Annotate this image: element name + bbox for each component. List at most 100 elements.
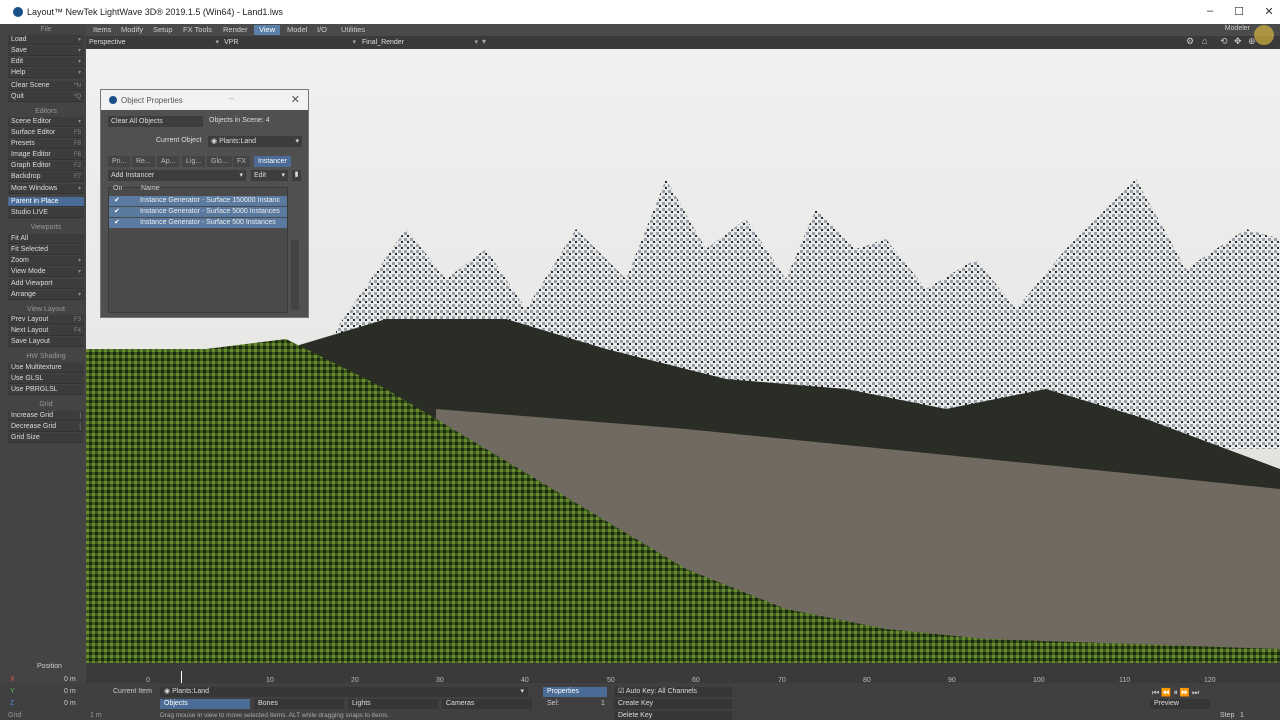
load-button[interactable]: Load ▾	[8, 35, 84, 45]
add-instancer-select[interactable]: Add Instancer ▾	[108, 170, 246, 181]
backdrop-button[interactable]: Backdrop F7	[8, 172, 84, 182]
parent-in-place-toggle[interactable]: Parent in Place	[8, 197, 84, 207]
tab-io[interactable]: I/O	[312, 25, 332, 35]
timeline[interactable]: 0 10 20 30 40 50 60 70 80 90 100 110 120	[86, 663, 1280, 684]
close-icon[interactable]: ✕	[1262, 5, 1276, 18]
step-value[interactable]: 1	[1240, 712, 1244, 719]
chevron-down-icon[interactable]: ▾	[482, 37, 486, 46]
tab-modify[interactable]: Modify	[116, 25, 148, 35]
use-multitexture-toggle[interactable]: Use Multitexture	[8, 363, 84, 373]
window-title: Layout™ NewTek LightWave 3D® 2019.1.5 (W…	[27, 7, 283, 17]
lights-button[interactable]: Lights	[348, 699, 438, 709]
more-windows-button[interactable]: More Windows ▾	[8, 184, 84, 194]
create-key-button[interactable]: Create Key	[614, 699, 732, 709]
tab-items[interactable]: Items	[88, 25, 116, 35]
decrease-grid-button[interactable]: Decrease Grid [	[8, 422, 84, 432]
trash-icon[interactable]: ▮	[292, 170, 301, 181]
bones-button[interactable]: Bones	[254, 699, 344, 709]
viewport-toolbar: Perspective ▾ VPR ▾ Final_Render ▾ ▾ ⚙ ⌂ ⟲ …	[86, 25, 1280, 49]
use-pbrglsl-toggle[interactable]: Use PBRGLSL	[8, 385, 84, 395]
save-button[interactable]: Save ▾	[8, 46, 84, 56]
y-value[interactable]: 0 m	[64, 688, 76, 695]
graph-editor-button[interactable]: Graph Editor F2	[8, 161, 84, 171]
maximize-icon[interactable]: ☐	[1232, 5, 1246, 18]
tab-model[interactable]: Model	[282, 25, 312, 35]
scene-editor-button[interactable]: Scene Editor ▾	[8, 117, 84, 127]
properties-button[interactable]: Properties	[543, 687, 607, 697]
objects-button[interactable]: Objects	[160, 699, 250, 709]
tab-fx-tools[interactable]: FX Tools	[178, 25, 217, 35]
arrange-button[interactable]: Arrange ▾	[8, 290, 84, 300]
view-mode-button[interactable]: View Mode ▾	[8, 267, 84, 277]
current-item-select[interactable]: ◉ Plants:Land ▾	[160, 687, 528, 697]
shortcut-label: ^Q	[73, 94, 81, 100]
tab-instancer[interactable]: Instancer	[254, 156, 291, 167]
tab-setup[interactable]: Setup	[148, 25, 178, 35]
check-icon[interactable]: ✔	[114, 218, 120, 228]
object-properties-titlebar[interactable]: Object Properties – ✕	[101, 90, 308, 110]
view-type-select[interactable]: Perspective ▾	[89, 38, 219, 47]
tab-fx[interactable]: FX	[233, 156, 250, 167]
studio-live-button[interactable]: Studio LIVE	[8, 208, 84, 218]
current-object-select[interactable]: ◉ Plants:Land ▾	[208, 136, 302, 147]
minimize-icon[interactable]: –	[1203, 5, 1217, 17]
use-glsl-toggle[interactable]: Use GLSL	[8, 374, 84, 384]
move-icon[interactable]: ✥	[1234, 36, 1242, 47]
z-value[interactable]: 0 m	[64, 700, 76, 707]
home-icon[interactable]: ⌂	[1202, 36, 1207, 46]
tab-view[interactable]: View	[254, 25, 281, 35]
tab-render[interactable]: Re...	[132, 156, 155, 167]
clear-scene-button[interactable]: Clear Scene ^N	[8, 81, 84, 91]
playback-controls[interactable]: ⏮ ⏪ ⏸ ⏩ ⏭	[1152, 688, 1199, 698]
help-button[interactable]: Help ▾	[8, 68, 84, 78]
image-editor-button[interactable]: Image Editor F6	[8, 150, 84, 160]
cameras-button[interactable]: Cameras	[442, 699, 532, 709]
tab-render[interactable]: Render	[218, 25, 253, 35]
tab-lights[interactable]: Lig...	[182, 156, 206, 167]
quit-button[interactable]: Quit ^Q	[8, 92, 84, 102]
tab-utilities[interactable]: Utilities	[336, 25, 370, 35]
scrollbar[interactable]	[291, 240, 299, 310]
sel-label: Sel:	[547, 700, 560, 707]
increase-grid-label: Increase Grid	[11, 412, 54, 419]
close-icon[interactable]: ✕	[291, 93, 300, 106]
tab-primitive[interactable]: Pri...	[108, 156, 131, 167]
save-layout-button[interactable]: Save Layout	[8, 337, 84, 347]
check-icon[interactable]: ✔	[114, 196, 120, 206]
x-value[interactable]: 0 m	[64, 676, 76, 683]
render-mode-select[interactable]: VPR ▾	[224, 38, 356, 47]
grid-size-button[interactable]: Grid Size	[8, 433, 84, 443]
list-item[interactable]: ✔ Instance Generator - Surface 500 Instan…	[109, 218, 287, 228]
prev-layout-button[interactable]: Prev Layout F3	[8, 315, 84, 325]
camera-select[interactable]: Final_Render ▾	[362, 38, 478, 47]
clear-all-objects-button[interactable]: Clear All Objects	[108, 116, 203, 127]
edit-select[interactable]: Edit ▾	[251, 170, 288, 181]
preview-select[interactable]: Preview	[1150, 699, 1210, 709]
surface-editor-button[interactable]: Surface Editor F5	[8, 128, 84, 138]
grid-label: Grid	[8, 712, 22, 719]
increase-grid-button[interactable]: Increase Grid]	[8, 411, 84, 421]
check-icon[interactable]: ☑	[618, 688, 626, 695]
chevron-down-icon: ▾	[295, 138, 299, 145]
tab-global[interactable]: Glo...	[207, 156, 232, 167]
add-viewport-button[interactable]: Add Viewport	[8, 279, 84, 289]
edit-button[interactable]: Edit ▾	[8, 57, 84, 67]
list-item-name: Instance Generator - Surface 5000 Instan…	[140, 208, 280, 215]
presets-button[interactable]: Presets F8	[8, 139, 84, 149]
fit-all-button[interactable]: Fit All	[8, 234, 84, 244]
modeler-button[interactable]: Modeler	[1225, 25, 1250, 32]
rotate-icon[interactable]: ⟲	[1220, 36, 1228, 47]
fit-selected-button[interactable]: Fit Selected	[8, 245, 84, 255]
auto-key-select[interactable]: ☑ Auto Key: All Channels	[614, 687, 732, 697]
check-icon[interactable]: ✔	[114, 207, 120, 217]
minimize-icon[interactable]: –	[229, 93, 234, 103]
gear-icon[interactable]: ⚙	[1186, 36, 1194, 47]
list-item[interactable]: ✔ Instance Generator - Surface 5000 Insta…	[109, 207, 287, 217]
tab-appearance[interactable]: Ap...	[157, 156, 180, 167]
use-multitexture-label: Use Multitexture	[11, 364, 62, 371]
next-layout-button[interactable]: Next Layout F4	[8, 326, 84, 336]
zoom-button[interactable]: Zoom ▾	[8, 256, 84, 266]
list-item[interactable]: ✔ Instance Generator - Surface 150000 Ins…	[109, 196, 287, 206]
time-marker[interactable]	[181, 671, 182, 683]
delete-key-button[interactable]: Delete Key	[614, 711, 732, 720]
